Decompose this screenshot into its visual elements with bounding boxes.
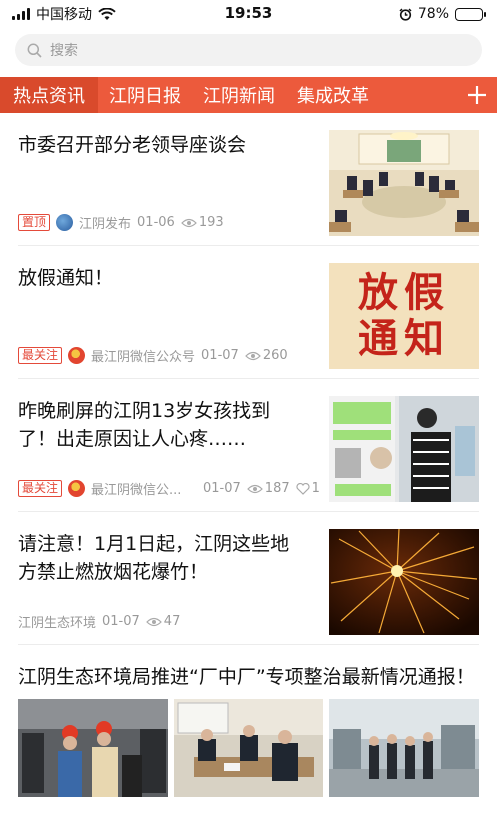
view-count: 187 [264, 481, 290, 496]
article-source: 江阴生态环境 [18, 616, 97, 631]
source-logo-icon [56, 214, 74, 231]
news-item[interactable]: 江阴生态环境局推进“厂中厂”专项整治最新情况通报！ [18, 645, 480, 797]
battery-icon [455, 7, 486, 21]
battery-percent: 78% [417, 6, 449, 22]
news-item[interactable]: 市委召开部分老领导座谈会 置顶 江阴发布 01-06 193 [18, 113, 479, 246]
tab-jiangyin-daily[interactable]: 江阴日报 [98, 77, 192, 113]
plus-icon [468, 86, 486, 104]
article-meta: 置顶 江阴发布 01-06 193 [18, 213, 224, 232]
article-title: 江阴生态环境局推进“厂中厂”专项整治最新情况通报！ [18, 666, 475, 688]
eye-icon [180, 218, 197, 227]
view-count: 260 [262, 348, 288, 363]
article-title: 昨晚刷屏的江阴13岁女孩找到了！出走原因让人心疼…… [18, 400, 271, 450]
article-meta: 最关注 最江阴微信公... 01-07 187 1 [18, 479, 320, 498]
hot-badge: 最关注 [18, 347, 63, 364]
article-date: 01-07 [201, 348, 239, 363]
article-title: 放假通知！ [18, 267, 114, 289]
eye-icon [244, 351, 261, 360]
gallery-image[interactable] [173, 699, 324, 797]
tab-hot-news[interactable]: 热点资讯 [0, 77, 98, 113]
news-item[interactable]: 放假通知！ 最关注 最江阴微信公众号 01-07 260 放假 通知 [18, 246, 479, 379]
clock: 19:53 [224, 4, 273, 22]
thumbnail-calligraphy: 放假 通知 [358, 269, 450, 362]
article-source: 最江阴微信公众号 [91, 350, 196, 365]
news-item[interactable]: 请注意！1月1日起，江阴这些地方禁止燃放烟花爆竹！ 江阴生态环境 01-07 4… [18, 512, 479, 645]
article-source: 江阴发布 [79, 217, 132, 232]
article-meta: 最关注 最江阴微信公众号 01-07 260 [18, 346, 288, 365]
article-date: 01-07 [102, 614, 140, 629]
search-input[interactable]: 搜索 [15, 34, 482, 66]
source-logo-icon [68, 480, 86, 497]
article-title: 请注意！1月1日起，江阴这些地方禁止燃放烟花爆竹！ [18, 533, 290, 583]
article-thumbnail[interactable]: 放假 通知 [329, 263, 479, 369]
eye-icon [145, 617, 162, 626]
article-title: 市委召开部分老领导座谈会 [18, 134, 247, 156]
tab-jiangyin-news[interactable]: 江阴新闻 [192, 77, 286, 113]
article-date: 01-06 [137, 215, 175, 230]
article-thumbnail[interactable] [329, 396, 479, 502]
view-count: 47 [163, 614, 181, 629]
pinned-badge: 置顶 [18, 214, 51, 231]
news-item[interactable]: 昨晚刷屏的江阴13岁女孩找到了！出走原因让人心疼…… 最关注 最江阴微信公...… [18, 379, 479, 512]
article-thumbnail[interactable] [329, 529, 479, 635]
alarm-icon [399, 7, 412, 21]
gallery-image[interactable] [18, 699, 168, 797]
gallery-image[interactable] [329, 699, 480, 797]
tab-integrated-reform[interactable]: 集成改革 [286, 77, 380, 113]
source-logo-icon [68, 347, 86, 364]
eye-icon [246, 484, 263, 493]
view-count: 193 [198, 215, 224, 230]
article-source: 最江阴微信公... [91, 483, 182, 498]
search-icon [27, 43, 42, 58]
like-count: 1 [311, 481, 320, 496]
article-date: 01-07 [203, 481, 241, 496]
status-bar: 中国移动 19:53 78% [0, 0, 497, 28]
category-tabs: 热点资讯 江阴日报 江阴新闻 集成改革 [0, 77, 497, 113]
add-tab-button[interactable] [457, 77, 497, 113]
heart-icon[interactable] [296, 482, 310, 495]
article-meta: 江阴生态环境 01-07 47 [18, 612, 180, 631]
search-placeholder: 搜索 [50, 43, 78, 59]
image-gallery [18, 699, 480, 797]
carrier-name: 中国移动 [36, 7, 92, 23]
wifi-icon [98, 7, 116, 20]
hot-badge: 最关注 [18, 480, 63, 497]
signal-icon [12, 8, 30, 20]
article-thumbnail[interactable] [329, 130, 479, 236]
news-feed: 市委召开部分老领导座谈会 置顶 江阴发布 01-06 193 放假通知！ 最关注… [0, 113, 497, 797]
